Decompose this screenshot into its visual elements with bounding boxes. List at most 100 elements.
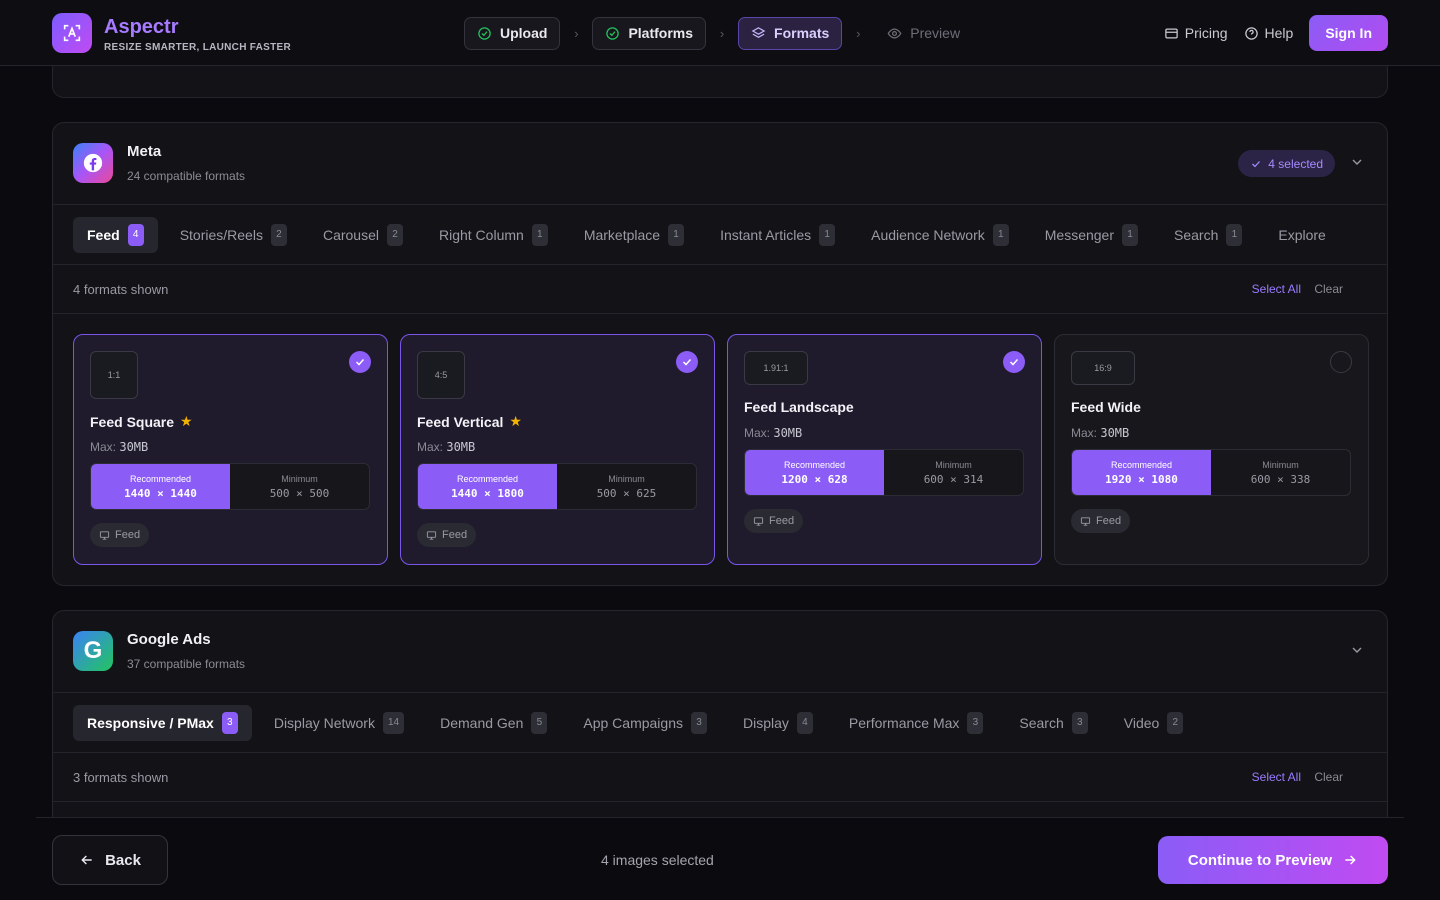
eye-icon bbox=[887, 27, 902, 39]
tab-search[interactable]: Search 1 bbox=[1160, 217, 1256, 253]
tab-label: Audience Network bbox=[871, 226, 985, 243]
tab-explore[interactable]: Explore bbox=[1264, 217, 1339, 253]
tab-label: Search bbox=[1174, 226, 1219, 243]
tab-label: Stories/Reels bbox=[179, 226, 263, 243]
clear-button[interactable]: Clear bbox=[1314, 282, 1343, 296]
clear-button[interactable]: Clear bbox=[1314, 770, 1343, 784]
tab-count: 1 bbox=[819, 223, 836, 246]
tab-audience-network[interactable]: Audience Network 1 bbox=[857, 217, 1023, 253]
format-name: Feed Landscape bbox=[744, 399, 854, 415]
platform-header[interactable]: G Google Ads 37 compatible formats bbox=[53, 611, 1387, 693]
placement-tag: Feed bbox=[90, 523, 150, 547]
tag-label: Feed bbox=[115, 529, 141, 541]
select-all-button[interactable]: Select All bbox=[1252, 282, 1301, 296]
step-formats[interactable]: Formats bbox=[738, 16, 843, 50]
help-link[interactable]: Help bbox=[1244, 25, 1294, 41]
step-preview[interactable]: Preview bbox=[874, 17, 973, 50]
tab-app-campaigns[interactable]: App Campaigns 3 bbox=[569, 705, 721, 741]
tab-label: Performance Max bbox=[848, 714, 960, 731]
platform-title: Google Ads bbox=[127, 631, 211, 648]
tab-marketplace[interactable]: Marketplace 1 bbox=[570, 217, 698, 253]
format-card-feed-landscape[interactable]: 1.91:1 Feed Landscape Max: 30MB Recommen… bbox=[727, 334, 1042, 565]
format-max-size: Max: 30MB bbox=[417, 440, 475, 454]
tag-label: Feed bbox=[769, 515, 795, 527]
tag-label: Feed bbox=[442, 529, 468, 541]
format-card-feed-wide[interactable]: 16:9 Feed Wide Max: 30MB Recommended 1920… bbox=[1054, 334, 1369, 565]
tab-count: 2 bbox=[1167, 711, 1184, 734]
tab-label: Demand Gen bbox=[440, 714, 524, 731]
tab-performance-max[interactable]: Performance Max 3 bbox=[835, 705, 997, 741]
check-icon bbox=[1252, 160, 1261, 167]
checkbox-unchecked-icon[interactable] bbox=[1330, 351, 1352, 373]
checkbox-checked-icon[interactable] bbox=[349, 351, 371, 373]
max-value: 30MB bbox=[446, 440, 476, 454]
credit-card-icon bbox=[1164, 28, 1178, 38]
platform-header[interactable]: Meta 24 compatible formats 4 selected bbox=[53, 123, 1387, 205]
recommended-size: Recommended 1440 × 1440 bbox=[91, 464, 230, 509]
minimum-label: Minimum bbox=[1262, 459, 1299, 470]
tab-video[interactable]: Video 2 bbox=[1110, 705, 1198, 741]
star-icon: ★ bbox=[180, 413, 193, 429]
step-platforms[interactable]: Platforms bbox=[592, 16, 707, 50]
tab-instant-articles[interactable]: Instant Articles 1 bbox=[706, 217, 849, 253]
minimum-size: Minimum 500 × 625 bbox=[557, 464, 696, 509]
minimum-label: Minimum bbox=[935, 459, 972, 470]
step-label: Preview bbox=[910, 25, 961, 41]
tab-carousel[interactable]: Carousel 2 bbox=[309, 217, 417, 253]
tab-count: 3 bbox=[1071, 711, 1088, 734]
aspect-ratio-thumb: 16:9 bbox=[1071, 351, 1135, 385]
facebook-icon bbox=[83, 153, 103, 173]
placement-tabs: Responsive / PMax 3 Display Network 14 Dem… bbox=[53, 693, 1387, 753]
tab-stories-reels[interactable]: Stories/Reels 2 bbox=[166, 217, 301, 253]
tab-search[interactable]: Search 3 bbox=[1005, 705, 1101, 741]
chevron-right-icon: › bbox=[856, 25, 861, 41]
recommended-label: Recommended bbox=[129, 473, 192, 484]
sign-in-button[interactable]: Sign In bbox=[1309, 15, 1388, 51]
checkbox-checked-icon[interactable] bbox=[1003, 351, 1025, 373]
formats-shown-count: 4 formats shown bbox=[73, 281, 169, 297]
app-logo[interactable] bbox=[52, 13, 92, 53]
monitor-icon bbox=[1080, 516, 1091, 526]
footer-bar: Back 4 images selected Continue to Previ… bbox=[36, 817, 1404, 900]
pricing-link[interactable]: Pricing bbox=[1164, 25, 1228, 41]
tab-label: Feed bbox=[87, 226, 120, 243]
format-card-feed-vertical[interactable]: 4:5 Feed Vertical ★ Max: 30MB Recommended… bbox=[400, 334, 715, 565]
tab-display-network[interactable]: Display Network 14 bbox=[260, 705, 418, 741]
recommended-value: 1920 × 1080 bbox=[1105, 472, 1178, 486]
tab-label: Display Network bbox=[273, 714, 375, 731]
chevron-down-icon[interactable] bbox=[1349, 154, 1365, 170]
dimension-spec: Recommended 1440 × 1800 Minimum 500 × 625 bbox=[417, 463, 697, 510]
back-button[interactable]: Back bbox=[52, 835, 168, 885]
chevron-down-icon[interactable] bbox=[1349, 642, 1365, 658]
tab-label: Instant Articles bbox=[720, 226, 812, 243]
header-nav: Pricing Help Sign In bbox=[1164, 15, 1388, 51]
select-all-button[interactable]: Select All bbox=[1252, 770, 1301, 784]
monitor-icon bbox=[426, 530, 437, 540]
google-ads-logo: G bbox=[73, 631, 113, 671]
step-upload[interactable]: Upload bbox=[464, 16, 561, 50]
format-name: Feed Wide bbox=[1071, 399, 1141, 415]
dimension-spec: Recommended 1440 × 1440 Minimum 500 × 500 bbox=[90, 463, 370, 510]
tab-right-column[interactable]: Right Column 1 bbox=[425, 217, 562, 253]
tab-messenger[interactable]: Messenger 1 bbox=[1031, 217, 1152, 253]
max-label: Max: bbox=[1071, 426, 1098, 440]
minimum-size: Minimum 600 × 314 bbox=[884, 450, 1023, 495]
tab-feed[interactable]: Feed 4 bbox=[73, 216, 158, 253]
format-max-size: Max: 30MB bbox=[1071, 426, 1129, 440]
arrow-right-icon bbox=[1345, 855, 1356, 865]
continue-to-preview-button[interactable]: Continue to Preview bbox=[1158, 836, 1388, 884]
checkbox-checked-icon[interactable] bbox=[676, 351, 698, 373]
tab-label: Carousel bbox=[322, 226, 379, 243]
help-label: Help bbox=[1264, 25, 1294, 41]
format-name-text: Feed Landscape bbox=[744, 399, 854, 415]
tab-display[interactable]: Display 4 bbox=[729, 705, 827, 741]
tab-responsive-pmax[interactable]: Responsive / PMax 3 bbox=[73, 704, 252, 741]
step-label: Upload bbox=[500, 25, 548, 41]
format-max-size: Max: 30MB bbox=[90, 440, 148, 454]
tab-demand-gen[interactable]: Demand Gen 5 bbox=[426, 705, 561, 741]
format-card-feed-square[interactable]: 1:1 Feed Square ★ Max: 30MB Recommended 14… bbox=[73, 334, 388, 565]
continue-label: Continue to Preview bbox=[1187, 851, 1333, 869]
brand-tagline: RESIZE SMARTER, LAUNCH FASTER bbox=[104, 42, 292, 53]
tab-count: 4 bbox=[127, 223, 144, 246]
minimum-size: Minimum 500 × 500 bbox=[230, 464, 369, 509]
